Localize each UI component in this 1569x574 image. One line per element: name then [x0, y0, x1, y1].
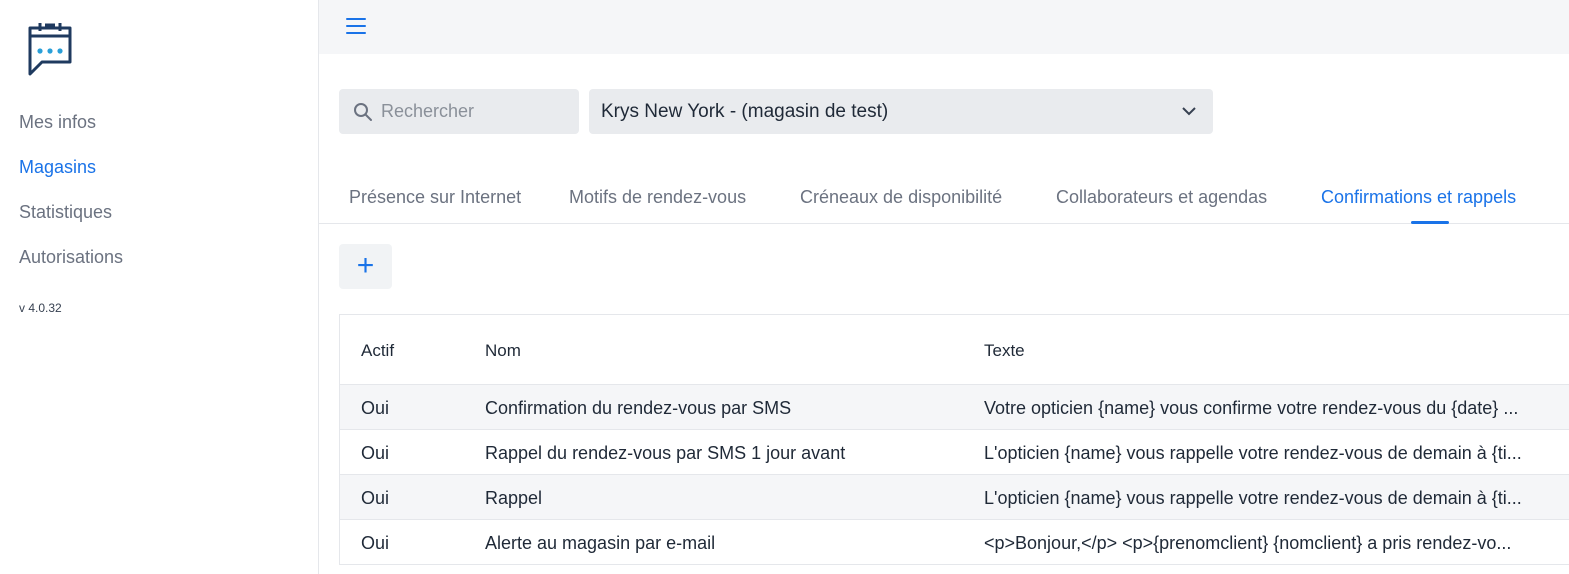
- tab-creneaux-disponibilite[interactable]: Créneaux de disponibilité: [800, 187, 1002, 208]
- cell-nom: Rappel: [485, 488, 543, 508]
- column-header-nom[interactable]: Nom: [485, 341, 521, 361]
- cell-texte: Votre opticien {name} vous confirme votr…: [984, 398, 1519, 418]
- tab-motifs-rendez-vous[interactable]: Motifs de rendez-vous: [569, 187, 746, 208]
- cell-nom: Confirmation du rendez-vous par SMS: [485, 398, 792, 418]
- menu-icon[interactable]: [346, 18, 366, 34]
- table-row[interactable]: Oui Alerte au magasin par e-mail <p>Bonj…: [340, 520, 1569, 565]
- search-field[interactable]: [339, 89, 579, 134]
- store-select-value: Krys New York - (magasin de test): [601, 101, 889, 122]
- cell-actif: Oui: [361, 488, 390, 508]
- tabs: Présence sur Internet Motifs de rendez-v…: [319, 170, 1569, 224]
- table-row[interactable]: Oui Rappel du rendez-vous par SMS 1 jour…: [340, 430, 1569, 475]
- cell-texte: L'opticien {name} vous rappelle votre re…: [984, 488, 1522, 508]
- app-version: v 4.0.32: [19, 301, 62, 315]
- sidebar-item-magasins[interactable]: Magasins: [19, 157, 96, 178]
- tab-collaborateurs-agendas[interactable]: Collaborateurs et agendas: [1056, 187, 1267, 208]
- search-input[interactable]: [381, 89, 571, 134]
- cell-nom: Rappel du rendez-vous par SMS 1 jour ava…: [485, 443, 846, 463]
- cell-texte: L'opticien {name} vous rappelle votre re…: [984, 443, 1522, 463]
- tab-presence-internet[interactable]: Présence sur Internet: [349, 187, 521, 208]
- store-select[interactable]: Krys New York - (magasin de test): [589, 89, 1213, 134]
- app-logo-icon[interactable]: [24, 20, 76, 81]
- cell-nom: Alerte au magasin par e-mail: [485, 533, 716, 553]
- tab-confirmations-rappels[interactable]: Confirmations et rappels: [1321, 187, 1516, 208]
- cell-texte: <p>Bonjour,</p> <p>{prenomclient} {nomcl…: [984, 533, 1512, 553]
- add-button[interactable]: +: [339, 244, 392, 289]
- cell-actif: Oui: [361, 533, 390, 553]
- chevron-down-icon: [1182, 107, 1196, 116]
- reminders-table: Actif Nom Texte Oui Confirmation du rend…: [339, 314, 1569, 565]
- cell-actif: Oui: [361, 443, 390, 463]
- sidebar-item-statistiques[interactable]: Statistiques: [19, 202, 112, 223]
- top-bar: [319, 0, 1569, 54]
- table-row[interactable]: Oui Confirmation du rendez-vous par SMS …: [340, 385, 1569, 430]
- active-tab-indicator: [1411, 221, 1449, 224]
- cell-actif: Oui: [361, 398, 390, 418]
- sidebar: Mes infos Magasins Statistiques Autorisa…: [0, 0, 319, 574]
- sidebar-item-autorisations[interactable]: Autorisations: [19, 247, 123, 268]
- table-header-row: Actif Nom Texte: [340, 315, 1569, 385]
- table-row[interactable]: Oui Rappel L'opticien {name} vous rappel…: [340, 475, 1569, 520]
- column-header-texte[interactable]: Texte: [984, 341, 1562, 361]
- column-header-actif[interactable]: Actif: [361, 341, 394, 361]
- search-icon: [354, 103, 372, 121]
- sidebar-item-mes-infos[interactable]: Mes infos: [19, 112, 96, 133]
